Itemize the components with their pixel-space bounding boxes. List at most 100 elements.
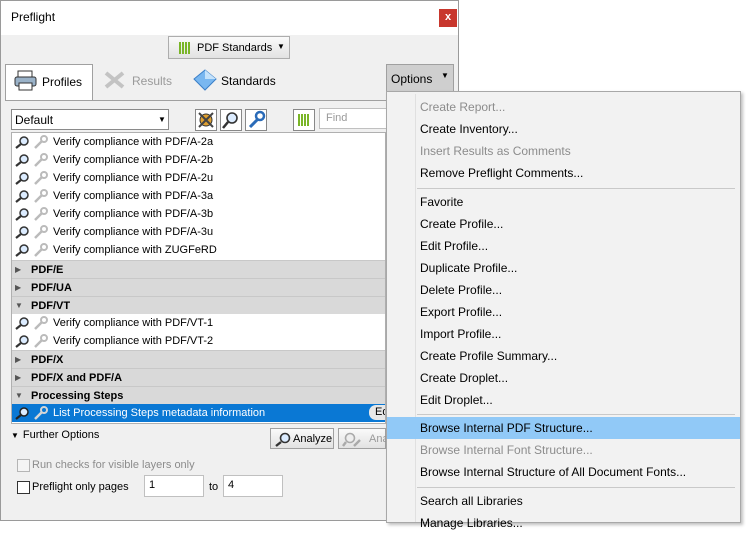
wrench-icon	[33, 316, 48, 333]
menu-item-create-inventory[interactable]: Create Inventory...	[387, 118, 740, 140]
magnifier-icon	[15, 316, 30, 333]
group-pdfe[interactable]: ▶ PDF/E	[12, 260, 385, 278]
menu-item-import-profile[interactable]: Import Profile...	[387, 323, 740, 345]
list-item[interactable]: Verify compliance with PDF/A-3b	[12, 205, 385, 223]
menu-item-label: Create Report...	[420, 100, 506, 114]
magnifier-icon	[15, 334, 30, 351]
list-item-label: Verify compliance with PDF/VT-1	[53, 317, 214, 329]
list-item[interactable]: Verify compliance with PDF/A-2u	[12, 169, 385, 188]
menu-item-create-droplet[interactable]: Create Droplet...	[387, 367, 740, 389]
magnifier-icon	[222, 112, 238, 129]
menu-item-remove-comments[interactable]: Remove Preflight Comments...	[387, 162, 740, 184]
group-label: PDF/UA	[31, 282, 72, 294]
menu-item-create-summary[interactable]: Create Profile Summary...	[387, 345, 740, 367]
menu-item-browse-all-fonts[interactable]: Browse Internal Structure of All Documen…	[387, 461, 740, 483]
menu-item-label: Edit Droplet...	[420, 393, 493, 407]
analyze-button[interactable]: Analyze	[270, 428, 334, 449]
list-item[interactable]: Verify compliance with PDF/A-3a	[12, 187, 385, 206]
printer-icon	[14, 70, 37, 91]
close-button[interactable]: x	[439, 9, 457, 27]
further-options-label: Further Options	[22, 429, 100, 441]
preflight-pages-label: Preflight only pages	[32, 481, 129, 493]
standards-bars-icon	[179, 42, 190, 54]
menu-item-label: Import Profile...	[420, 327, 502, 341]
fixups-filter-button[interactable]	[195, 109, 217, 131]
list-item-label: Verify compliance with PDF/A-2b	[53, 154, 214, 166]
menu-item-browse-structure[interactable]: Browse Internal PDF Structure...	[387, 417, 740, 439]
group-pdfx-and-pdfa[interactable]: ▶ PDF/X and PDF/A	[12, 368, 385, 386]
menu-item-label: Export Profile...	[420, 305, 503, 319]
magnifier-icon	[15, 135, 30, 152]
tab-results[interactable]: Results	[101, 64, 181, 100]
wrench-icon	[33, 171, 48, 188]
menu-item-label: Search all Libraries	[420, 494, 523, 508]
menu-item-label: Delete Profile...	[420, 283, 503, 297]
group-pdfx[interactable]: ▶ PDF/X	[12, 350, 385, 368]
menu-item-edit-profile[interactable]: Edit Profile...	[387, 235, 740, 257]
menu-separator	[417, 414, 735, 415]
list-item[interactable]: Verify compliance with PDF/A-2a	[12, 133, 385, 152]
magnifier-icon	[15, 189, 30, 206]
menu-item-delete-profile[interactable]: Delete Profile...	[387, 279, 740, 301]
menu-item-browse-font[interactable]: Browse Internal Font Structure...	[387, 439, 740, 461]
standards-bars-icon	[298, 114, 309, 126]
pdf-standards-button[interactable]: PDF Standards ▼	[168, 36, 290, 59]
list-item[interactable]: Verify compliance with ZUGFeRD	[12, 241, 385, 259]
profile-list: Verify compliance with PDF/A-2a Verify c…	[11, 132, 386, 424]
menu-item-manage-libraries[interactable]: Manage Libraries...	[387, 512, 740, 534]
chevron-down-icon: ▼	[441, 71, 449, 80]
menu-item-label: Remove Preflight Comments...	[420, 166, 584, 180]
menu-item-create-report[interactable]: Create Report...	[387, 96, 740, 118]
group-pdfua[interactable]: ▶ PDF/UA	[12, 278, 385, 296]
analyze-and-fix-button[interactable]: Ana	[338, 428, 389, 449]
list-item-selected[interactable]: List Processing Steps metadata informati…	[12, 404, 385, 423]
title-bar: Preflight x	[1, 1, 458, 35]
list-item[interactable]: Verify compliance with PDF/VT-2	[12, 332, 385, 351]
list-item[interactable]: Verify compliance with PDF/VT-1	[12, 314, 385, 333]
diamond-icon	[193, 69, 217, 91]
list-item-label: Verify compliance with PDF/A-3b	[53, 208, 214, 220]
chevron-down-icon: ▼	[158, 115, 166, 124]
menu-item-label: Duplicate Profile...	[420, 261, 518, 275]
menu-item-create-profile[interactable]: Create Profile...	[387, 213, 740, 235]
menu-item-export-profile[interactable]: Export Profile...	[387, 301, 740, 323]
list-item[interactable]: Verify compliance with PDF/A-2b	[12, 151, 385, 169]
preflight-pages-checkbox[interactable]	[17, 481, 30, 494]
expand-icon: ▶	[15, 283, 22, 292]
wrench-icon	[33, 225, 48, 242]
expand-icon: ▶	[15, 265, 22, 274]
standards-filter-button[interactable]	[293, 109, 315, 131]
chevron-down-icon: ▼	[277, 42, 285, 51]
wrench-cross-icon	[104, 71, 125, 89]
magnifier-icon	[275, 432, 291, 447]
magnifier-icon	[15, 225, 30, 242]
tab-standards[interactable]: Standards	[191, 64, 281, 100]
group-processing-steps[interactable]: ▼ Processing Steps	[12, 386, 385, 404]
checks-filter-button[interactable]	[220, 109, 242, 131]
magnifier-icon	[15, 406, 30, 423]
run-checks-checkbox[interactable]	[17, 459, 30, 472]
menu-item-insert-results[interactable]: Insert Results as Comments	[387, 140, 740, 162]
list-item-label: Verify compliance with PDF/A-3a	[53, 190, 214, 202]
page-to-input[interactable]: 4	[223, 475, 283, 497]
tab-profiles[interactable]: Profiles	[5, 64, 93, 100]
fixup-tools-button[interactable]	[245, 109, 267, 131]
menu-item-edit-droplet[interactable]: Edit Droplet...	[387, 389, 740, 411]
wrench-icon	[33, 135, 48, 152]
page-from-input[interactable]: 1	[144, 475, 204, 497]
further-options-toggle[interactable]: ▼ Further Options	[11, 429, 99, 441]
group-pdfvt[interactable]: ▼ PDF/VT	[12, 296, 385, 314]
options-button[interactable]: Options ▼	[386, 64, 454, 92]
edit-button[interactable]: Edi	[369, 405, 385, 420]
collapse-icon: ▼	[15, 391, 23, 400]
profile-library-select[interactable]: Default ▼	[11, 109, 169, 130]
menu-item-favorite[interactable]: Favorite	[387, 191, 740, 213]
tab-standards-label: Standards	[221, 74, 276, 88]
menu-item-duplicate-profile[interactable]: Duplicate Profile...	[387, 257, 740, 279]
list-item[interactable]: Verify compliance with PDF/A-3u	[12, 223, 385, 242]
menu-separator	[417, 487, 735, 488]
find-input[interactable]: Find	[319, 108, 389, 129]
menu-item-search-libraries[interactable]: Search all Libraries	[387, 490, 740, 512]
menu-separator	[417, 188, 735, 189]
expand-icon: ▶	[15, 355, 22, 364]
